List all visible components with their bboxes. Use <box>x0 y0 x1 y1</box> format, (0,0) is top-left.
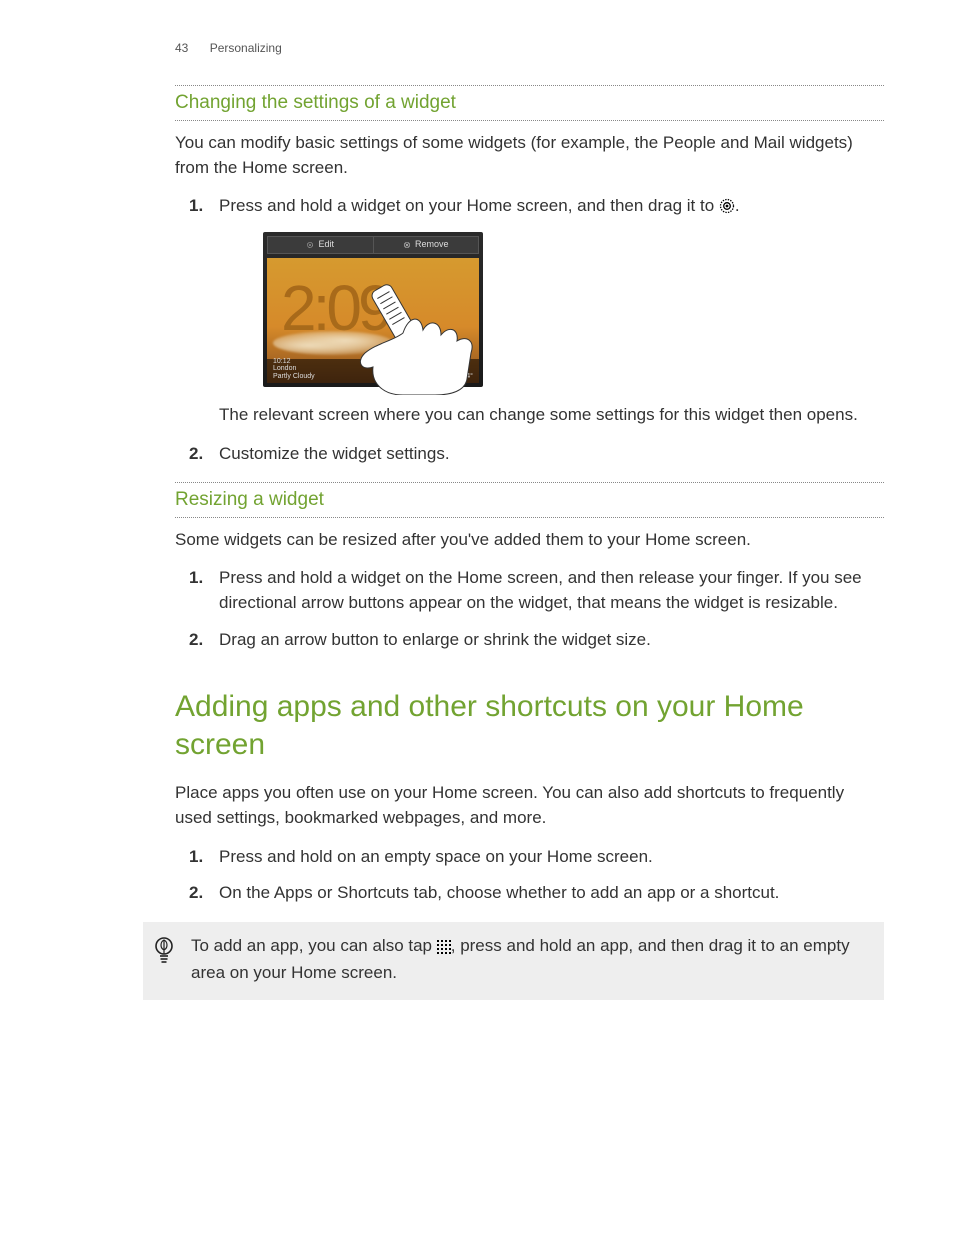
step-2: 2. Drag an arrow button to enlarge or sh… <box>219 628 884 653</box>
page-header: 43 Personalizing <box>175 40 884 57</box>
tip-text: To add an app, you can also tap , press … <box>191 934 866 986</box>
illus-remove-button: Remove <box>374 236 480 254</box>
section-name: Personalizing <box>210 41 282 55</box>
heading-resizing-widget: Resizing a widget <box>175 482 884 518</box>
page-number: 43 <box>175 41 188 55</box>
intro-changing-settings: You can modify basic settings of some wi… <box>175 131 884 180</box>
step-marker: 1. <box>189 566 203 591</box>
remove-icon <box>403 241 411 249</box>
illus-edit-button: Edit <box>267 236 374 254</box>
illus-weather-time: 10:12 <box>273 358 315 366</box>
step-marker: 2. <box>189 442 203 467</box>
illus-weather-city: London <box>273 365 315 373</box>
step-1-text-pre: Press and hold a widget on your Home scr… <box>219 196 719 215</box>
step-1: 1. Press and hold a widget on your Home … <box>219 194 884 427</box>
step-2: 2. Customize the widget settings. <box>219 442 884 467</box>
steps-changing-settings: 1. Press and hold a widget on your Home … <box>175 194 884 466</box>
step-1-text-post: . <box>735 196 740 215</box>
steps-resizing-widget: 1. Press and hold a widget on the Home s… <box>175 566 884 652</box>
heading-changing-settings: Changing the settings of a widget <box>175 85 884 121</box>
step-marker: 2. <box>189 881 203 906</box>
step-1: 1. Press and hold on an empty space on y… <box>219 845 884 870</box>
illus-weather-cond: Partly Cloudy <box>273 373 315 381</box>
step-1-text: Press and hold a widget on the Home scre… <box>219 568 862 612</box>
apps-grid-icon <box>437 937 451 962</box>
lightbulb-icon <box>153 936 175 974</box>
intro-adding-apps: Place apps you often use on your Home sc… <box>175 781 884 830</box>
step-2: 2. On the Apps or Shortcuts tab, choose … <box>219 881 884 906</box>
step-2-text: On the Apps or Shortcuts tab, choose whe… <box>219 883 779 902</box>
illustration-widget-drag: Edit Remove 2:09 10:12 London Partly <box>263 232 884 387</box>
intro-resizing-widget: Some widgets can be resized after you've… <box>175 528 884 553</box>
step-2-text: Customize the widget settings. <box>219 444 450 463</box>
illus-remove-label: Remove <box>415 238 449 251</box>
gear-icon <box>306 241 314 249</box>
steps-adding-apps: 1. Press and hold on an empty space on y… <box>175 845 884 906</box>
step-1-followup: The relevant screen where you can change… <box>219 403 884 428</box>
step-marker: 2. <box>189 628 203 653</box>
step-1: 1. Press and hold a widget on the Home s… <box>219 566 884 615</box>
tip-callout: To add an app, you can also tap , press … <box>143 922 884 1000</box>
illus-edit-label: Edit <box>318 238 334 251</box>
hand-pointer-icon <box>343 275 513 395</box>
step-marker: 1. <box>189 845 203 870</box>
step-marker: 1. <box>189 194 203 219</box>
step-2-text: Drag an arrow button to enlarge or shrin… <box>219 630 651 649</box>
step-1-text: Press and hold on an empty space on your… <box>219 847 653 866</box>
settings-target-icon <box>719 197 735 222</box>
tip-text-pre: To add an app, you can also tap <box>191 936 437 955</box>
heading-adding-apps: Adding apps and other shortcuts on your … <box>175 688 884 763</box>
